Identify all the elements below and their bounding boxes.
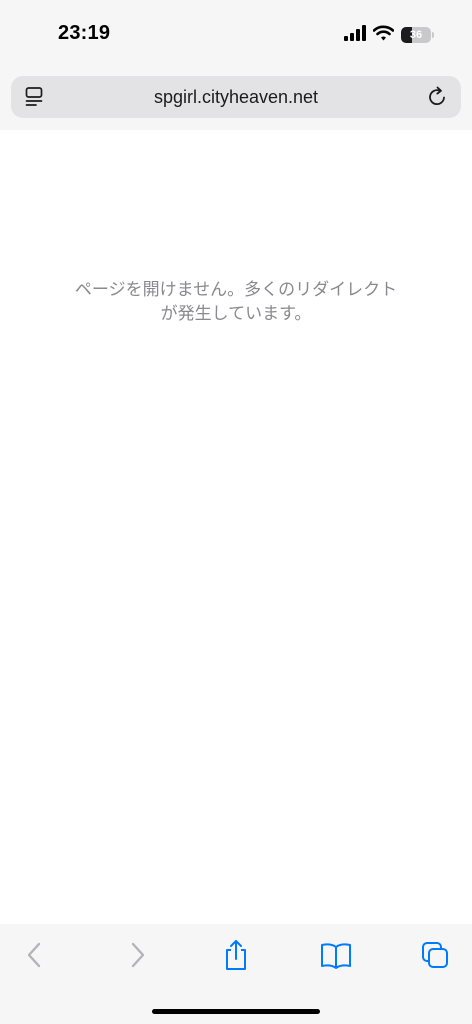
battery-icon: 36 [401,27,431,43]
chevron-left-icon [25,941,45,974]
browser-top-chrome: 23:19 36 spgirl.cityheaven.net [0,0,472,130]
wifi-icon [372,25,395,46]
status-bar: 23:19 36 [0,0,472,70]
bookmarks-button[interactable] [319,940,353,974]
signal-icon [344,24,366,46]
address-bar[interactable]: spgirl.cityheaven.net [11,76,461,118]
book-icon [320,941,352,974]
error-line-2: が発生しています。 [160,304,312,324]
tabs-icon [420,940,450,975]
status-time: 23:19 [58,22,111,44]
error-line-1: ページを開けません。多くのリダイレクト [74,280,398,300]
home-indicator[interactable] [152,1009,320,1014]
page-content: ページを開けません。多くのリダイレクト が発生しています。 [0,130,472,924]
battery-level: 36 [409,29,423,41]
forward-button[interactable] [120,940,154,974]
error-message: ページを開けません。多くのリダイレクト が発生しています。 [50,278,422,326]
back-button[interactable] [18,940,52,974]
url-text[interactable]: spgirl.cityheaven.net [11,87,461,108]
share-button[interactable] [219,939,253,976]
tabs-button[interactable] [418,940,452,974]
battery-cap [432,32,434,38]
reload-icon[interactable] [425,85,449,109]
status-icons: 36 [344,24,434,46]
bottom-toolbar [0,924,472,1024]
chevron-right-icon [127,941,147,974]
share-icon [222,939,250,976]
